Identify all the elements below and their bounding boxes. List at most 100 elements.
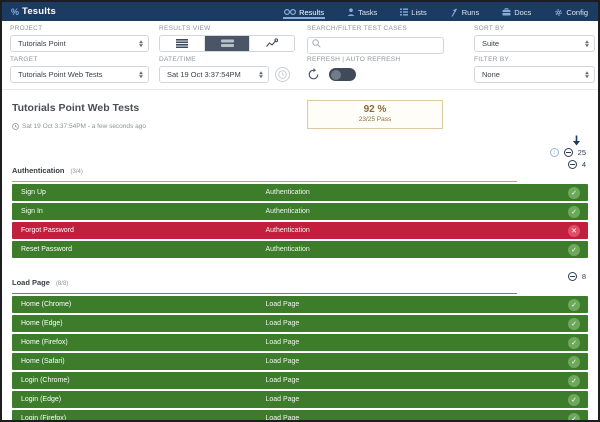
case-suite-label: Load Page bbox=[265, 377, 568, 384]
chevron-updown-icon bbox=[139, 71, 143, 79]
nav-menu: Results Tasks Lists Runs bbox=[283, 5, 589, 19]
chevron-updown-icon bbox=[585, 71, 589, 79]
pass-check-icon[interactable]: ✓ bbox=[568, 356, 580, 368]
target-value: Tutorials Point Web Tests bbox=[18, 70, 102, 79]
sort-by-select[interactable]: Suite bbox=[474, 35, 595, 52]
info-icon[interactable]: i bbox=[550, 148, 559, 157]
nav-item-results[interactable]: Results bbox=[283, 5, 325, 19]
search-input[interactable] bbox=[307, 37, 444, 54]
chevron-updown-icon bbox=[139, 40, 143, 48]
pass-check-icon[interactable]: ✓ bbox=[568, 206, 580, 218]
case-suite-label: Load Page bbox=[265, 339, 568, 346]
case-suite-label: Authentication bbox=[265, 227, 568, 234]
pass-summary-box: 92 % 23/25 Pass bbox=[307, 100, 443, 129]
test-case-row[interactable]: Forgot PasswordAuthentication✕ bbox=[12, 222, 588, 239]
test-case-row[interactable]: Login (Firefox)Load Page✓ bbox=[12, 410, 588, 422]
case-suite-label: Load Page bbox=[265, 301, 568, 308]
suite-pass-ratio: (8/8) bbox=[56, 281, 68, 287]
filter-by-select[interactable]: None bbox=[474, 66, 595, 83]
test-case-row[interactable]: Home (Safari)Load Page✓ bbox=[12, 353, 588, 370]
chevron-updown-icon bbox=[259, 71, 263, 79]
results-icon bbox=[284, 8, 296, 16]
nav-item-config[interactable]: Config bbox=[553, 5, 589, 19]
case-suite-label: Load Page bbox=[265, 415, 568, 422]
nav-item-tasks[interactable]: Tasks bbox=[346, 5, 378, 19]
pass-check-icon[interactable]: ✓ bbox=[568, 318, 580, 330]
auto-refresh-toggle[interactable] bbox=[329, 68, 356, 81]
nav-label: Results bbox=[299, 8, 324, 17]
top-navbar: % Tesults Results Tasks Lists bbox=[2, 2, 598, 21]
suite-section: Authentication(3/4)4Sign UpAuthenticatio… bbox=[12, 160, 588, 258]
lists-icon bbox=[400, 8, 408, 16]
run-timestamp-text: Sat 19 Oct 3:37:54PM - a few seconds ago bbox=[22, 123, 146, 130]
test-case-row[interactable]: Sign InAuthentication✓ bbox=[12, 203, 588, 220]
collapse-suite-icon[interactable] bbox=[568, 160, 577, 169]
view-case-list-button[interactable] bbox=[205, 36, 250, 51]
pass-check-icon[interactable]: ✓ bbox=[568, 244, 580, 256]
refresh-button[interactable] bbox=[307, 68, 320, 81]
config-icon bbox=[554, 8, 563, 17]
results-view-group bbox=[159, 35, 295, 52]
page-title: Tutorials Point Web Tests bbox=[12, 102, 139, 114]
suite-case-count: 4 bbox=[582, 160, 586, 169]
case-suite-label: Authentication bbox=[265, 208, 568, 215]
nav-item-lists[interactable]: Lists bbox=[399, 5, 427, 19]
collapse-all-icon[interactable] bbox=[564, 148, 573, 157]
view-chart-button[interactable] bbox=[250, 36, 294, 51]
pass-check-icon[interactable]: ✓ bbox=[568, 187, 580, 199]
test-case-row[interactable]: Reset PasswordAuthentication✓ bbox=[12, 241, 588, 258]
toggle-knob bbox=[331, 70, 341, 80]
pass-check-icon[interactable]: ✓ bbox=[568, 413, 580, 422]
collapse-suite-icon[interactable] bbox=[568, 272, 577, 281]
test-case-row[interactable]: Home (Firefox)Load Page✓ bbox=[12, 334, 588, 351]
datetime-label: DATE/TIME bbox=[159, 56, 319, 63]
brand-logo[interactable]: % Tesults bbox=[11, 6, 56, 17]
target-select[interactable]: Tutorials Point Web Tests bbox=[10, 66, 149, 83]
nav-label: Lists bbox=[411, 8, 426, 17]
pass-percent: 92 % bbox=[308, 104, 442, 115]
suite-name: Load Page bbox=[12, 278, 50, 287]
nav-item-docs[interactable]: Docs bbox=[501, 5, 532, 19]
test-case-row[interactable]: Sign UpAuthentication✓ bbox=[12, 184, 588, 201]
controls-toolbar: PROJECT Tutorials Point RESULTS VIEW bbox=[2, 21, 598, 90]
fail-cross-icon[interactable]: ✕ bbox=[568, 225, 580, 237]
pass-check-icon[interactable]: ✓ bbox=[568, 394, 580, 406]
nav-item-runs[interactable]: Runs bbox=[449, 5, 481, 19]
case-suite-label: Load Page bbox=[265, 396, 568, 403]
case-name: Login (Chrome) bbox=[12, 377, 265, 384]
pass-check-icon[interactable]: ✓ bbox=[568, 337, 580, 349]
case-name: Home (Safari) bbox=[12, 358, 265, 365]
results-meta-row: i 25 bbox=[550, 148, 586, 157]
test-case-row[interactable]: Login (Chrome)Load Page✓ bbox=[12, 372, 588, 389]
case-name: Home (Edge) bbox=[12, 320, 265, 327]
view-dense-list-button[interactable] bbox=[160, 36, 205, 51]
suites: Authentication(3/4)4Sign UpAuthenticatio… bbox=[12, 160, 588, 422]
case-name: Home (Firefox) bbox=[12, 339, 265, 346]
pass-ratio: 23/25 Pass bbox=[308, 116, 442, 123]
case-name: Login (Firefox) bbox=[12, 415, 265, 422]
chart-icon bbox=[266, 35, 278, 52]
pass-check-icon[interactable]: ✓ bbox=[568, 299, 580, 311]
case-name: Forgot Password bbox=[12, 227, 265, 234]
time-picker-button[interactable] bbox=[275, 67, 290, 82]
nav-label: Tasks bbox=[358, 8, 377, 17]
sort-by-value: Suite bbox=[482, 39, 499, 48]
case-name: Reset Password bbox=[12, 246, 265, 253]
project-value: Tutorials Point bbox=[18, 39, 66, 48]
sort-by-label: SORT BY bbox=[474, 25, 595, 32]
case-name: Sign Up bbox=[12, 189, 265, 196]
test-case-row[interactable]: Home (Edge)Load Page✓ bbox=[12, 315, 588, 332]
case-list-icon bbox=[221, 35, 234, 52]
filter-by-value: None bbox=[482, 70, 500, 79]
results-view-label: RESULTS VIEW bbox=[159, 25, 295, 32]
search-icon bbox=[312, 39, 321, 48]
datetime-select[interactable]: Sat 19 Oct 3:37:54PM bbox=[159, 66, 269, 83]
target-label: TARGET bbox=[10, 56, 149, 63]
test-case-row[interactable]: Home (Chrome)Load Page✓ bbox=[12, 296, 588, 313]
nav-label: Docs bbox=[514, 8, 531, 17]
pass-check-icon[interactable]: ✓ bbox=[568, 375, 580, 387]
project-select[interactable]: Tutorials Point bbox=[10, 35, 149, 52]
test-case-row[interactable]: Login (Edge)Load Page✓ bbox=[12, 391, 588, 408]
case-suite-label: Load Page bbox=[265, 320, 568, 327]
download-icon bbox=[572, 135, 581, 146]
